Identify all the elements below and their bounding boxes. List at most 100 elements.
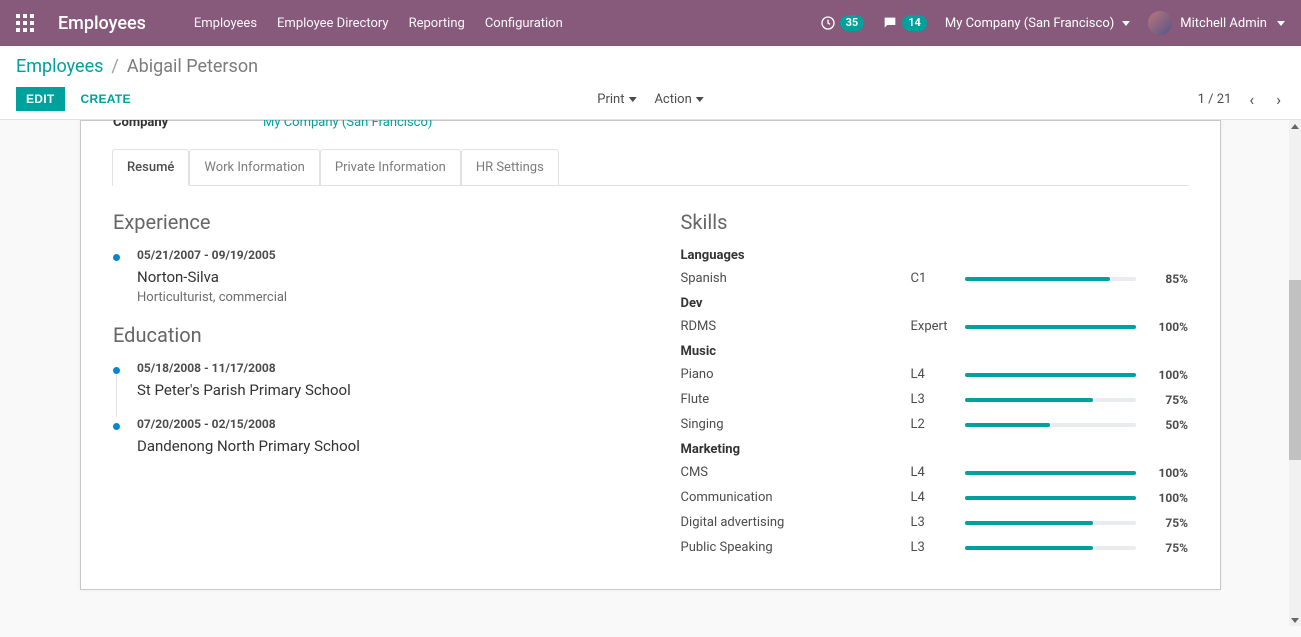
navbar-right: 35 14 My Company (San Francisco) Mitchel… [820, 11, 1285, 35]
company-link[interactable]: My Company (San Francisco) [263, 120, 432, 130]
skill-level: L3 [911, 515, 965, 530]
skill-percent: 75% [1148, 516, 1188, 530]
chevron-down-icon [628, 97, 636, 102]
experience-title: Norton-Silva [137, 268, 621, 286]
experience-dates: 05/21/2007 - 09/19/2005 [137, 248, 621, 262]
scrollbar[interactable] [1289, 120, 1301, 626]
skill-percent: 100% [1148, 320, 1188, 334]
content-viewport[interactable]: Company My Company (San Francisco) Resum… [0, 120, 1301, 626]
skills-list: Languages SpanishC1 85% Dev RDMSExpert100% Mu… [681, 248, 1189, 555]
pager-next[interactable]: › [1272, 90, 1285, 109]
skill-level: L2 [911, 417, 965, 432]
company-name: My Company (San Francisco) [945, 16, 1114, 31]
skill-name: Spanish [681, 271, 911, 286]
apps-icon[interactable] [16, 14, 34, 32]
education-list: 05/18/2008 - 11/17/2008 St Peter's Paris… [113, 361, 621, 455]
skill-level: L4 [911, 465, 965, 480]
messages-badge: 14 [902, 15, 927, 31]
resume-left: Experience 05/21/2007 - 09/19/2005 Norto… [113, 210, 621, 565]
scrollbar-thumb[interactable] [1289, 280, 1301, 460]
experience-subtitle: Horticulturist, commercial [137, 290, 621, 305]
chevron-down-icon [1277, 21, 1285, 26]
control-panel: Employees / Abigail Peterson EDIT CREATE… [0, 46, 1301, 120]
messages-button[interactable]: 14 [882, 15, 927, 31]
tab-private-information[interactable]: Private Information [320, 149, 461, 186]
chevron-down-icon [1122, 21, 1130, 26]
pager-value[interactable]: 1 / 21 [1198, 92, 1232, 107]
skill-name: CMS [681, 465, 911, 480]
skill-level: L4 [911, 367, 965, 382]
skill-percent: 100% [1148, 491, 1188, 505]
resume-right: Skills Languages SpanishC1 85% Dev RDMSExper… [681, 210, 1189, 565]
field-company: Company My Company (San Francisco) [113, 120, 1188, 130]
skill-level: L3 [911, 392, 965, 407]
app-brand[interactable]: Employees [58, 13, 146, 34]
company-label: Company [113, 120, 263, 130]
skill-group-title: Languages [681, 248, 1189, 263]
experience-item: 05/21/2007 - 09/19/2005 Norton-Silva Hor… [113, 248, 621, 305]
tab-work-information[interactable]: Work Information [189, 149, 320, 186]
breadcrumb-current: Abigail Peterson [127, 56, 258, 77]
skill-name: Communication [681, 490, 911, 505]
nav-reporting[interactable]: Reporting [409, 16, 465, 31]
skill-name: Flute [681, 392, 911, 407]
skill-row: SingingL250% [681, 417, 1189, 432]
education-heading: Education [113, 323, 621, 347]
activity-badge: 35 [840, 15, 865, 31]
skill-row: Digital advertisingL3 75% [681, 515, 1189, 530]
nav-employees[interactable]: Employees [194, 16, 257, 31]
skill-row: Public SpeakingL375% [681, 540, 1189, 555]
breadcrumb-separator: / [111, 56, 118, 77]
education-title: St Peter's Parish Primary School [137, 381, 621, 399]
experience-list: 05/21/2007 - 09/19/2005 Norton-Silva Hor… [113, 248, 621, 305]
navbar: Employees Employees Employee Directory R… [0, 0, 1301, 46]
pager-prev[interactable]: ‹ [1245, 90, 1258, 109]
skill-row: RDMSExpert100% [681, 319, 1189, 334]
skill-percent: 75% [1148, 393, 1188, 407]
print-dropdown[interactable]: Print [597, 92, 636, 107]
avatar [1148, 11, 1172, 35]
skill-group-title: Marketing [681, 442, 1189, 457]
form-sheet: Company My Company (San Francisco) Resum… [80, 120, 1221, 590]
nav-configuration[interactable]: Configuration [485, 16, 563, 31]
skill-level: C1 [911, 271, 965, 286]
skill-percent: 50% [1148, 418, 1188, 432]
user-menu[interactable]: Mitchell Admin [1148, 11, 1285, 35]
breadcrumb: Employees / Abigail Peterson [16, 56, 1285, 77]
skill-percent: 100% [1148, 368, 1188, 382]
skill-progress [965, 521, 1137, 525]
skill-percent: 100% [1148, 466, 1188, 480]
scrollbar-up[interactable] [1289, 120, 1301, 132]
skill-progress [965, 373, 1137, 377]
skill-level: L4 [911, 490, 965, 505]
skill-name: Digital advertising [681, 515, 911, 530]
education-item: 07/20/2005 - 02/15/2008 Dandenong North … [113, 417, 621, 455]
nav-menu: Employees Employee Directory Reporting C… [194, 16, 563, 31]
skill-name: RDMS [681, 319, 911, 334]
activity-button[interactable]: 35 [820, 15, 865, 31]
scrollbar-down[interactable] [1289, 614, 1301, 626]
nav-employee-directory[interactable]: Employee Directory [277, 16, 389, 31]
breadcrumb-root[interactable]: Employees [16, 56, 103, 77]
skills-heading: Skills [681, 210, 1189, 234]
toolbar: EDIT CREATE Print Action 1 / 21 ‹ › [16, 87, 1285, 111]
edit-button[interactable]: EDIT [16, 87, 65, 111]
skill-progress [965, 471, 1137, 475]
skill-percent: 85% [1148, 272, 1188, 286]
skill-level: L3 [911, 540, 965, 555]
company-switcher[interactable]: My Company (San Francisco) [945, 16, 1130, 31]
create-button[interactable]: CREATE [71, 87, 141, 111]
skill-group-title: Music [681, 344, 1189, 359]
skill-group-title: Dev [681, 296, 1189, 311]
tab-hr-settings[interactable]: HR Settings [461, 149, 559, 186]
skill-name: Public Speaking [681, 540, 911, 555]
skill-row: CMSL4 100% [681, 465, 1189, 480]
experience-heading: Experience [113, 210, 621, 234]
tab-resume[interactable]: Resumé [112, 149, 189, 186]
action-dropdown[interactable]: Action [654, 92, 703, 107]
education-dates: 05/18/2008 - 11/17/2008 [137, 361, 621, 375]
skill-row: CommunicationL4 100% [681, 490, 1189, 505]
chat-icon [882, 15, 898, 31]
skill-progress [965, 277, 1137, 281]
skill-name: Piano [681, 367, 911, 382]
